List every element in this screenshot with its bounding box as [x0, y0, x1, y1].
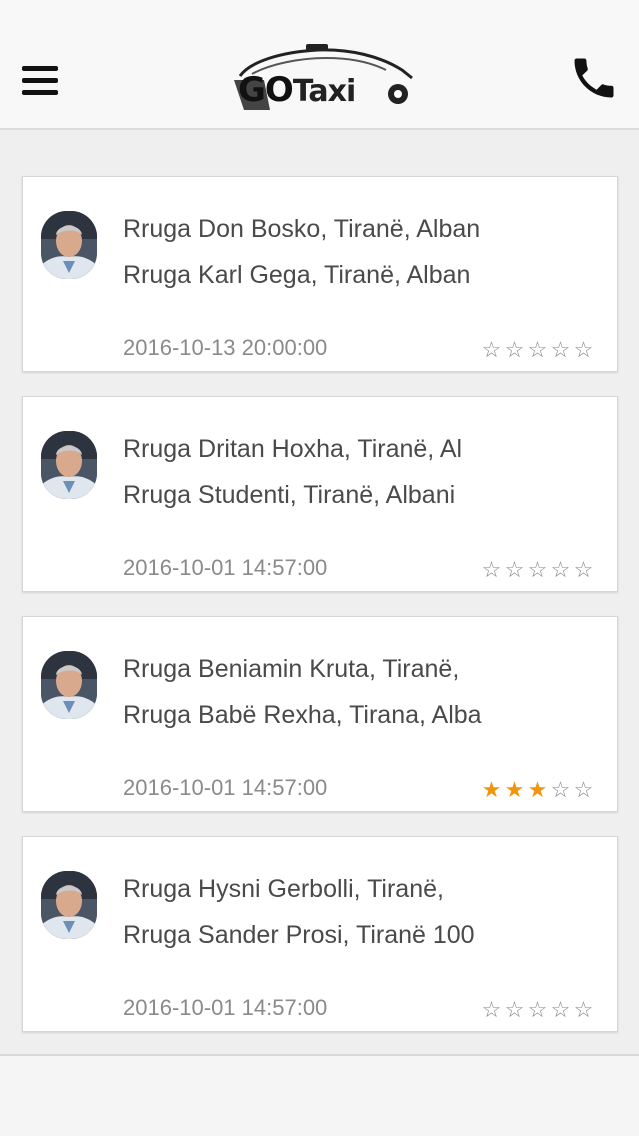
star-empty-icon[interactable]: ☆: [526, 337, 549, 363]
star-empty-icon[interactable]: ☆: [572, 337, 595, 363]
rating-stars[interactable]: ☆ ☆ ☆ ☆ ☆: [480, 557, 595, 583]
star-empty-icon[interactable]: ☆: [526, 997, 549, 1023]
hamburger-menu-icon[interactable]: [22, 64, 58, 98]
star-empty-icon[interactable]: ☆: [572, 997, 595, 1023]
ride-date: 2016-10-01 14:57:00: [123, 555, 328, 580]
logo-text: GOTaxi: [238, 70, 356, 110]
ride-date: 2016-10-01 14:57:00: [123, 995, 328, 1020]
star-empty-icon[interactable]: ☆: [549, 337, 572, 363]
rating-stars[interactable]: ☆ ☆ ☆ ☆ ☆: [480, 337, 595, 363]
star-empty-icon[interactable]: ☆: [572, 777, 595, 803]
driver-avatar: [41, 651, 97, 719]
ride-date: 2016-10-01 14:57:00: [123, 775, 328, 800]
ride-card[interactable]: Rruga Beniamin Kruta, Tiranë, Rruga Babë …: [22, 616, 618, 812]
dropoff-address: Rruga Studenti, Tiranë, Albani: [123, 481, 456, 509]
rating-stars[interactable]: ☆ ☆ ☆ ☆ ☆: [480, 997, 595, 1023]
star-filled-icon[interactable]: ★: [480, 777, 503, 803]
driver-avatar: [41, 871, 97, 939]
pickup-address: Rruga Dritan Hoxha, Tiranë, Al: [123, 435, 463, 463]
rating-stars[interactable]: ★ ★ ★ ☆ ☆: [480, 777, 595, 803]
star-empty-icon[interactable]: ☆: [549, 777, 572, 803]
driver-avatar: [41, 431, 97, 499]
dropoff-address: Rruga Karl Gega, Tiranë, Alban: [123, 261, 471, 289]
star-empty-icon[interactable]: ☆: [503, 337, 526, 363]
star-filled-icon[interactable]: ★: [526, 777, 549, 803]
star-empty-icon[interactable]: ☆: [480, 337, 503, 363]
star-empty-icon[interactable]: ☆: [549, 997, 572, 1023]
logo-taxi: Taxi: [292, 74, 356, 109]
star-empty-icon[interactable]: ☆: [480, 557, 503, 583]
star-empty-icon[interactable]: ☆: [503, 997, 526, 1023]
pickup-address: Rruga Don Bosko, Tiranë, Alban: [123, 215, 481, 243]
ride-date: 2016-10-13 20:00:00: [123, 335, 328, 360]
bottom-area: [0, 1056, 639, 1136]
star-empty-icon[interactable]: ☆: [549, 557, 572, 583]
menu-line: [22, 66, 58, 71]
dropoff-address: Rruga Babë Rexha, Tirana, Alba: [123, 701, 482, 729]
ride-card[interactable]: Rruga Don Bosko, Tiranë, Alban Rruga Karl…: [22, 176, 618, 372]
star-empty-icon[interactable]: ☆: [572, 557, 595, 583]
pickup-address: Rruga Beniamin Kruta, Tiranë,: [123, 655, 460, 683]
star-empty-icon[interactable]: ☆: [503, 557, 526, 583]
star-empty-icon[interactable]: ☆: [480, 997, 503, 1023]
star-empty-icon[interactable]: ☆: [526, 557, 549, 583]
menu-line: [22, 90, 58, 95]
dropoff-address: Rruga Sander Prosi, Tiranë 100: [123, 921, 475, 949]
ride-card[interactable]: Rruga Dritan Hoxha, Tiranë, Al Rruga Stud…: [22, 396, 618, 592]
pickup-address: Rruga Hysni Gerbolli, Tiranë,: [123, 875, 444, 903]
phone-icon[interactable]: [568, 52, 620, 104]
star-filled-icon[interactable]: ★: [503, 777, 526, 803]
menu-line: [22, 78, 58, 83]
top-bar: GOTaxi: [0, 0, 639, 130]
driver-avatar: [41, 211, 97, 279]
gotaxi-logo: GOTaxi: [230, 40, 420, 114]
ride-card[interactable]: Rruga Hysni Gerbolli, Tiranë, Rruga Sande…: [22, 836, 618, 1032]
logo-go: GO: [238, 70, 294, 110]
